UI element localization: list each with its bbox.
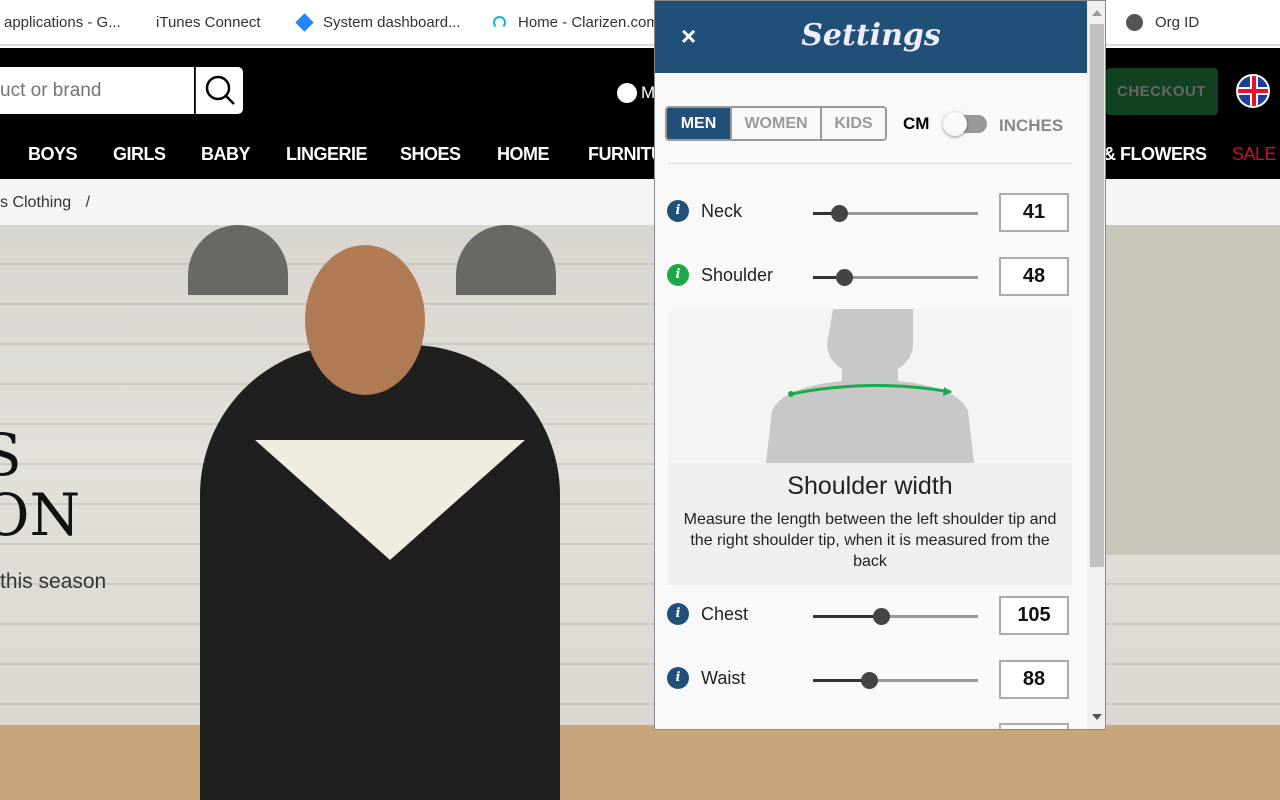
bookmark-label: Home - Clarizen.com <box>518 14 659 31</box>
unit-inches-label[interactable]: INCHES <box>999 116 1063 136</box>
settings-header: × Settings <box>655 1 1087 73</box>
scroll-thumb[interactable] <box>1090 24 1104 567</box>
breadcrumb-item[interactable]: s Clothing <box>0 194 71 211</box>
shoulder-illustration <box>668 309 1072 463</box>
settings-title: Settings <box>801 18 941 53</box>
slider-fill <box>813 615 881 618</box>
slider-thumb[interactable] <box>872 608 890 625</box>
bookmark-label: System dashboard... <box>323 14 461 31</box>
nav-home[interactable]: HOME <box>497 144 550 165</box>
hero-headline: S ON <box>0 425 80 545</box>
info-icon[interactable]: i <box>667 200 689 222</box>
search-input[interactable] <box>0 67 194 114</box>
hero-tagline: this season <box>0 570 107 593</box>
jira-icon <box>295 13 314 32</box>
measurement-label: Chest <box>701 604 749 624</box>
model-head <box>305 245 425 395</box>
nav-sale[interactable]: SALE <box>1232 144 1277 165</box>
bookmark[interactable]: Org ID <box>1126 14 1199 31</box>
globe-icon <box>1126 14 1143 31</box>
bookmark-label: iTunes Connect <box>156 14 261 31</box>
measurement-row-waist: i Waist 88 <box>667 660 1077 700</box>
bookmark[interactable]: Home - Clarizen.com <box>493 14 659 31</box>
slider-thumb[interactable] <box>861 672 879 689</box>
info-icon[interactable]: i <box>667 667 689 689</box>
gender-tabs: MEN WOMEN KIDS <box>665 106 887 141</box>
measurement-slider[interactable] <box>813 205 978 222</box>
bookmark[interactable]: applications - G... <box>4 14 121 31</box>
next-value-box[interactable] <box>999 723 1069 729</box>
slider-thumb[interactable] <box>831 205 849 222</box>
toggle-knob <box>943 112 967 136</box>
scroll-up-arrow[interactable] <box>1092 10 1102 16</box>
nav-baby[interactable]: BABY <box>201 144 251 165</box>
bookmark-label: Org ID <box>1155 14 1200 31</box>
measurement-slider[interactable] <box>813 608 978 625</box>
help-title: Shoulder width <box>787 472 953 500</box>
shoulder-help-card: Shoulder width Measure the length betwee… <box>668 309 1072 585</box>
breadcrumb-separator: / <box>85 194 91 211</box>
tab-women[interactable]: WOMEN <box>730 108 820 139</box>
headline-line: ON <box>0 481 81 549</box>
measurement-value-input[interactable]: 48 <box>999 257 1069 296</box>
model-person <box>200 345 560 800</box>
measurement-row-shoulder: i Shoulder 48 <box>667 257 1077 297</box>
scrollbar[interactable] <box>1087 1 1105 729</box>
checkout-button[interactable]: CHECKOUT <box>1106 68 1218 115</box>
nav-lingerie[interactable]: LINGERIE <box>286 144 368 165</box>
account-link[interactable]: M <box>617 83 655 103</box>
measurement-label: Neck <box>701 201 743 221</box>
measurement-value-input[interactable]: 105 <box>999 596 1069 635</box>
clarizen-icon <box>493 16 506 29</box>
measurement-row-chest: i Chest 105 <box>667 596 1077 636</box>
measurement-label: Waist <box>701 668 746 688</box>
measurement-row-neck: i Neck 41 <box>667 193 1077 233</box>
tab-kids[interactable]: KIDS <box>820 108 885 139</box>
unit-toggle[interactable] <box>943 112 987 136</box>
bookmark-label: applications - G... <box>4 14 121 31</box>
slider-thumb[interactable] <box>836 269 854 286</box>
search-icon <box>205 75 235 105</box>
search-button[interactable] <box>195 67 243 114</box>
unit-cm-label[interactable]: CM <box>903 114 929 134</box>
tab-men[interactable]: MEN <box>667 108 730 139</box>
bookmark[interactable]: iTunes Connect <box>148 14 261 31</box>
divider <box>668 163 1072 164</box>
help-text: Measure the length between the left shou… <box>683 511 1057 570</box>
cabinet <box>1106 225 1280 555</box>
measurement-slider[interactable] <box>813 672 978 689</box>
measurement-value-input[interactable]: 88 <box>999 660 1069 699</box>
nav-shoes[interactable]: SHOES <box>400 144 461 165</box>
nav-boys[interactable]: BOYS <box>28 144 78 165</box>
scroll-down-arrow[interactable] <box>1092 714 1102 720</box>
measurement-value-input[interactable]: 41 <box>999 193 1069 232</box>
headline-line: S <box>0 421 22 489</box>
user-icon <box>617 83 637 103</box>
counter <box>0 725 1280 800</box>
info-icon[interactable]: i <box>667 603 689 625</box>
measurement-label: Shoulder <box>701 265 774 285</box>
nav-flowers[interactable]: & FLOWERS <box>1103 144 1207 165</box>
settings-panel: × Settings MEN WOMEN KIDS CM INCHES i Ne… <box>654 0 1106 730</box>
bookmark[interactable]: System dashboard... <box>295 13 461 32</box>
uk-flag-icon[interactable] <box>1236 74 1270 108</box>
info-icon[interactable]: i <box>667 264 689 286</box>
measurement-slider[interactable] <box>813 269 978 286</box>
nav-girls[interactable]: GIRLS <box>113 144 166 165</box>
